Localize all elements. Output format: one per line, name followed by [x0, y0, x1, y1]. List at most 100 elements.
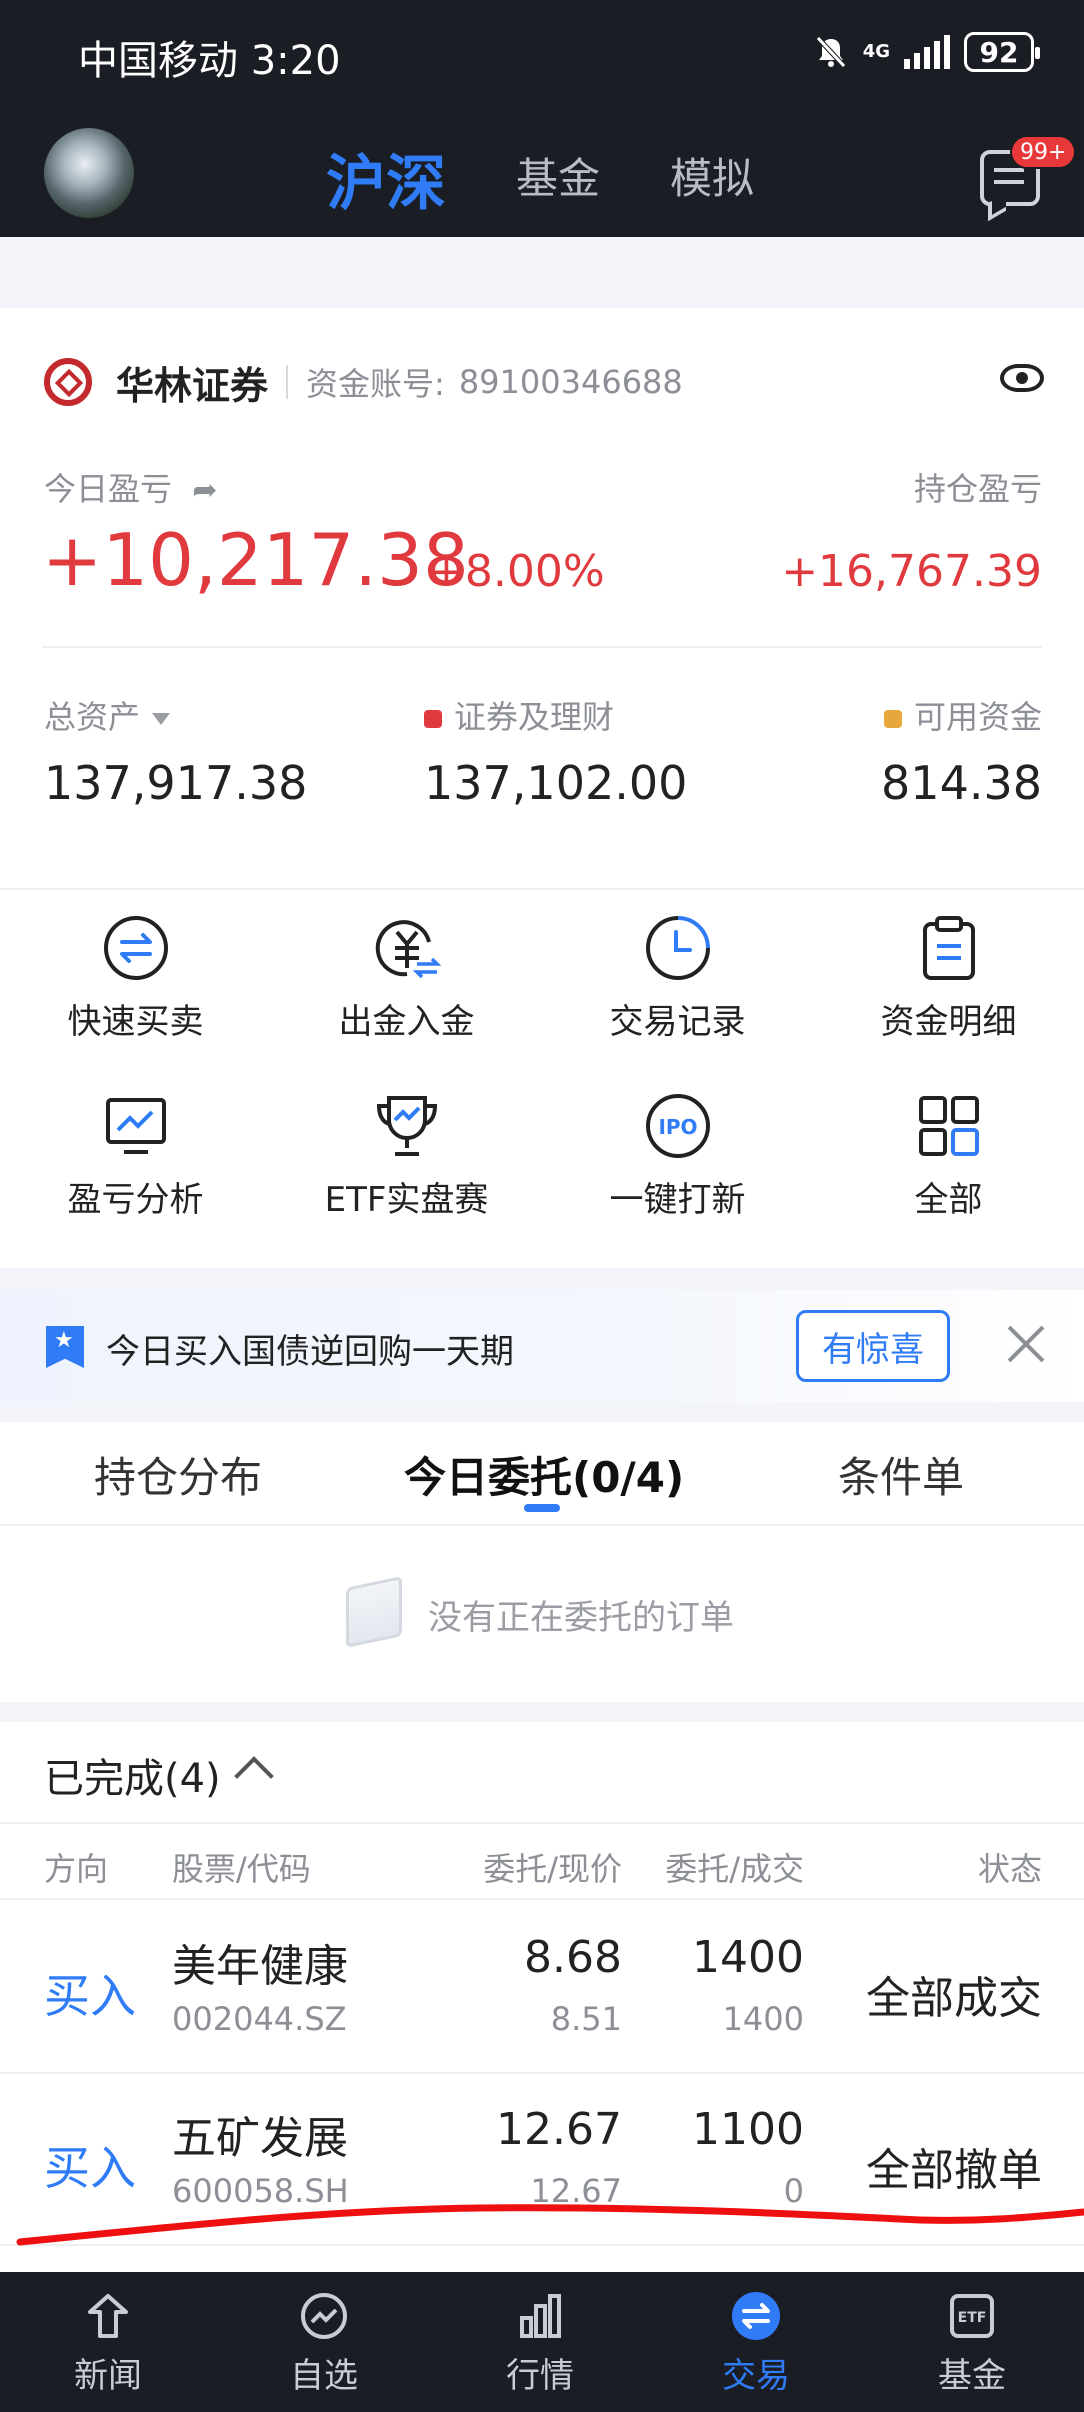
svg-text:IPO: IPO	[658, 1115, 697, 1139]
row-direction: 买入	[44, 1969, 136, 2023]
grid-icon	[918, 1096, 979, 1156]
shortcut-label: 盈亏分析	[67, 1180, 204, 1220]
row-order-price: 8.68	[524, 1932, 622, 1983]
account-card: 华林证券 资金账号: 89100346688 今日盈亏 ➦ 持仓盈亏 +10,2…	[0, 308, 1084, 1268]
nav-label: 行情	[506, 2356, 574, 2396]
nav-fund[interactable]: ETF 基金	[864, 2272, 1080, 2412]
tab-conditional-orders[interactable]: 条件单	[838, 1444, 964, 1505]
available-label: 可用资金	[883, 692, 1042, 738]
header-order-filled: 委托/成交	[665, 1850, 804, 1888]
promo-button[interactable]: 有惊喜	[796, 1310, 950, 1382]
row-order-qty: 1100	[692, 2104, 804, 2155]
securities-label: 证券及理财	[424, 692, 614, 738]
nav-news[interactable]: 新闻	[0, 2272, 216, 2412]
promo-banner[interactable]: 今日买入国债逆回购一天期 有惊喜	[0, 1290, 1084, 1402]
shortcut-label: 出金入金	[338, 1002, 475, 1042]
shortcut-label: 一键打新	[609, 1180, 746, 1220]
shortcut-fund-details[interactable]: 资金明细	[813, 912, 1084, 1082]
tab-today-orders[interactable]: 今日委托(0/4)	[404, 1444, 684, 1505]
broker-logo-icon	[44, 358, 92, 406]
shortcut-label: 全部	[914, 1180, 983, 1220]
today-pl-percent: +8.00%	[428, 546, 605, 597]
signal-icon	[904, 35, 950, 69]
bottom-nav: 新闻 自选 行情 交易 ETF 基金	[0, 2272, 1084, 2412]
nav-trade[interactable]: 交易	[648, 2272, 864, 2412]
swap-icon	[103, 916, 168, 980]
nav-market[interactable]: 行情	[432, 2272, 648, 2412]
chevron-up-icon[interactable]	[234, 1756, 274, 1796]
etf-icon: ETF	[950, 2294, 994, 2338]
clipboard-icon	[922, 916, 975, 980]
status-icons: 4G 92	[813, 32, 1040, 72]
ipo-icon: IPO	[645, 1094, 710, 1158]
total-assets-value: 137,917.38	[44, 756, 308, 810]
tab-fund[interactable]: 基金	[516, 145, 600, 206]
row-stock-name: 美年健康	[172, 1941, 348, 1992]
header-stock-code: 股票/代码	[172, 1850, 311, 1888]
message-badge: 99+	[1010, 135, 1077, 169]
shortcut-quick-trade[interactable]: 快速买卖	[0, 912, 271, 1082]
row-order-qty: 1400	[692, 1932, 804, 1983]
nav-label: 自选	[290, 2356, 358, 2396]
clock-icon	[645, 916, 710, 980]
eye-icon[interactable]	[1000, 364, 1044, 392]
today-pl-label-text: 今日盈亏	[44, 470, 173, 508]
dropdown-icon	[152, 713, 171, 725]
row-stock-code: 002044.SZ	[172, 2000, 347, 2038]
nav-label: 基金	[938, 2356, 1006, 2396]
divider	[286, 365, 289, 399]
available-label-text: 可用资金	[913, 698, 1042, 736]
shortcut-grid: 快速买卖 出金入金 交易记录 资金明细 盈亏分析 ETF实盘赛 IPO 一键打新	[0, 888, 1084, 1268]
shortcut-etf-contest[interactable]: ETF实盘赛	[271, 1090, 542, 1260]
nav-label: 交易	[722, 2356, 790, 2396]
battery-icon: 92	[964, 32, 1040, 72]
orange-dot-icon	[883, 710, 902, 728]
mute-bell-icon	[815, 36, 846, 68]
row-stock-name: 五矿发展	[172, 2113, 348, 2164]
order-tabs: 持仓分布 今日委托(0/4) 条件单	[0, 1422, 1084, 1526]
nav-watchlist[interactable]: 自选	[216, 2272, 432, 2412]
shortcut-label: 快速买卖	[67, 1002, 204, 1042]
securities-value: 137,102.00	[424, 756, 688, 810]
row-current-price: 8.51	[550, 2000, 622, 2038]
total-assets-label-text: 总资产	[44, 698, 141, 736]
shortcut-pl-analysis[interactable]: 盈亏分析	[0, 1090, 271, 1260]
tab-simulation[interactable]: 模拟	[670, 145, 754, 206]
row-order-price: 12.67	[496, 2104, 622, 2155]
completed-title[interactable]: 已完成(4)	[44, 1746, 221, 1804]
trade-icon	[732, 2292, 780, 2340]
svg-text:ETF: ETF	[958, 2310, 987, 2326]
row-filled-qty: 1400	[722, 2000, 804, 2038]
shortcut-all[interactable]: 全部	[813, 1090, 1084, 1260]
divider	[42, 646, 1042, 648]
shortcut-label: ETF实盘赛	[324, 1180, 489, 1220]
shortcut-deposit-withdraw[interactable]: 出金入金	[271, 912, 542, 1082]
red-dot-icon	[424, 710, 442, 728]
shortcut-ipo[interactable]: IPO 一键打新	[542, 1090, 813, 1260]
tab-positions[interactable]: 持仓分布	[94, 1444, 262, 1505]
promo-text: 今日买入国债逆回购一天期	[106, 1332, 514, 1372]
row-status: 全部成交	[866, 1973, 1042, 2024]
news-icon	[88, 2294, 128, 2338]
table-row[interactable]: 买入 美年健康 002044.SZ 8.68 8.51 1400 1400 全部…	[0, 1902, 1084, 2074]
today-pl-label: 今日盈亏 ➦	[44, 464, 217, 510]
nav-label: 新闻	[74, 2356, 142, 2396]
yuan-transfer-icon	[375, 920, 441, 979]
account-label: 资金账号:	[306, 365, 445, 403]
account-number: 89100346688	[458, 363, 683, 401]
tab-hushen[interactable]: 沪深	[326, 135, 446, 222]
close-icon[interactable]	[1002, 1320, 1050, 1368]
header-order-price: 委托/现价	[483, 1850, 622, 1888]
bookmark-star-icon	[46, 1326, 84, 1368]
header-direction: 方向	[44, 1850, 109, 1888]
empty-state: 没有正在委托的订单	[0, 1526, 1084, 1702]
empty-box-icon	[346, 1576, 402, 1648]
tab-indicator	[524, 1504, 560, 1512]
total-assets-label[interactable]: 总资产	[44, 692, 171, 738]
network-type: 4G	[862, 41, 890, 62]
shortcut-trade-records[interactable]: 交易记录	[542, 912, 813, 1082]
shortcut-label: 资金明细	[880, 1002, 1017, 1042]
broker-name[interactable]: 华林证券	[116, 355, 268, 410]
red-annotation-stroke	[16, 2204, 1084, 2246]
share-icon[interactable]: ➦	[192, 473, 217, 508]
